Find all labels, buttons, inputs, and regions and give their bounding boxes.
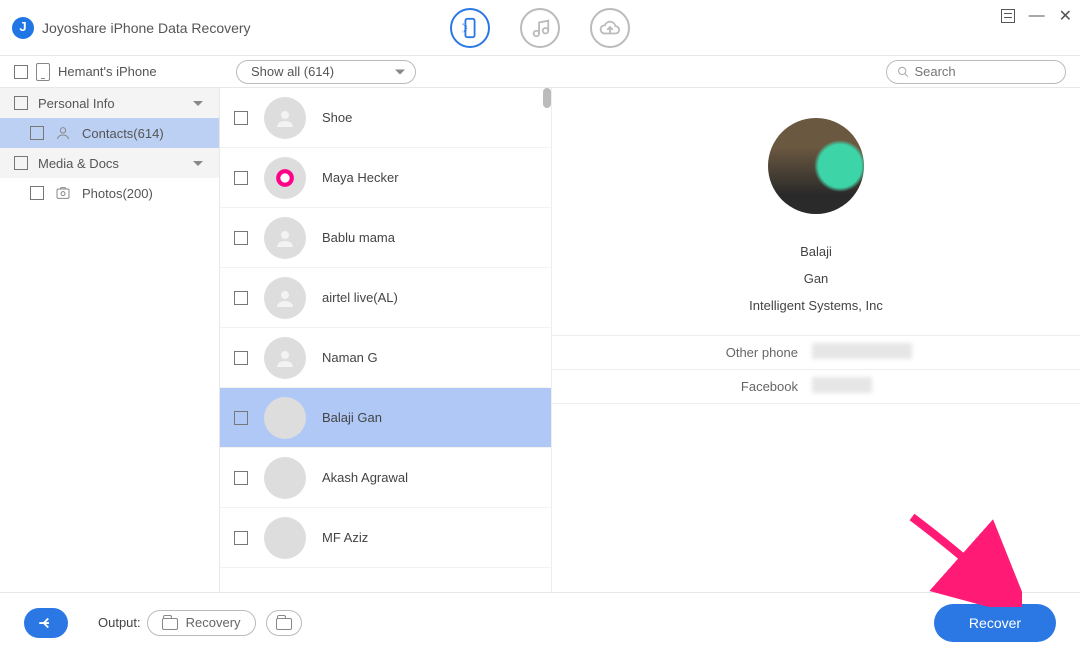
contact-row[interactable]: airtel live(AL) — [220, 268, 551, 328]
avatar — [264, 97, 306, 139]
contact-row[interactable]: Naman G — [220, 328, 551, 388]
search-icon — [897, 65, 909, 79]
row-checkbox[interactable] — [234, 351, 248, 365]
avatar — [264, 277, 306, 319]
filter-dropdown[interactable]: Show all (614) — [236, 60, 416, 84]
sidebar-label: Contacts(614) — [82, 126, 164, 141]
detail-key: Other phone — [552, 345, 812, 360]
contact-name: Shoe — [322, 110, 352, 125]
mode-device-icon[interactable] — [450, 8, 490, 48]
detail-first-name: Balaji — [800, 244, 832, 259]
contact-row[interactable]: Shoe — [220, 88, 551, 148]
contact-row[interactable]: Balaji Gan — [220, 388, 551, 448]
chevron-down-icon — [193, 101, 203, 106]
toolbar: Hemant's iPhone Show all (614) — [0, 56, 1080, 88]
avatar — [264, 337, 306, 379]
contact-name: Bablu mama — [322, 230, 395, 245]
app-title: Joyoshare iPhone Data Recovery — [42, 20, 251, 36]
contact-name: Balaji Gan — [322, 410, 382, 425]
detail-row: Facebook — [552, 370, 1080, 404]
row-checkbox[interactable] — [234, 231, 248, 245]
detail-last-name: Gan — [804, 271, 829, 286]
detail-panel: Balaji Gan Intelligent Systems, Inc Othe… — [552, 88, 1080, 592]
category-checkbox[interactable] — [14, 96, 28, 110]
phone-icon — [36, 63, 50, 81]
row-checkbox[interactable] — [234, 111, 248, 125]
back-button[interactable] — [24, 608, 68, 638]
mode-icloud-icon[interactable] — [590, 8, 630, 48]
contact-row[interactable]: Bablu mama — [220, 208, 551, 268]
main-area: Personal Info Contacts(614) Media & Docs… — [0, 88, 1080, 592]
output-path-text: Recovery — [186, 615, 241, 630]
sidebar-label: Media & Docs — [38, 156, 119, 171]
detail-avatar — [768, 118, 864, 214]
detail-table: Other phone Facebook — [552, 335, 1080, 404]
avatar — [264, 217, 306, 259]
detail-row: Other phone — [552, 336, 1080, 370]
contacts-icon — [54, 125, 72, 141]
browse-folder-button[interactable] — [266, 610, 302, 636]
scrollbar[interactable] — [543, 88, 551, 108]
item-checkbox[interactable] — [30, 126, 44, 140]
contact-list[interactable]: Shoe Maya Hecker Bablu mama airtel live(… — [220, 88, 552, 592]
bottom-bar: Output: Recovery Recover — [0, 592, 1080, 652]
mode-itunes-icon[interactable] — [520, 8, 560, 48]
sidebar-label: Photos(200) — [82, 186, 153, 201]
folder-icon — [162, 618, 178, 630]
output-path[interactable]: Recovery — [147, 610, 256, 636]
row-checkbox[interactable] — [234, 171, 248, 185]
filter-label: Show all (614) — [251, 64, 334, 79]
search-input[interactable] — [914, 64, 1055, 79]
category-checkbox[interactable] — [14, 156, 28, 170]
sidebar: Personal Info Contacts(614) Media & Docs… — [0, 88, 220, 592]
search-box[interactable] — [886, 60, 1066, 84]
recover-button[interactable]: Recover — [934, 604, 1056, 642]
device-name: Hemant's iPhone — [58, 64, 157, 79]
contact-row[interactable]: Akash Agrawal — [220, 448, 551, 508]
menu-icon[interactable] — [1001, 9, 1015, 23]
row-checkbox[interactable] — [234, 531, 248, 545]
minimize-icon[interactable]: — — [1029, 7, 1045, 25]
photos-icon — [54, 185, 72, 201]
output-label: Output: — [98, 615, 141, 630]
sidebar-item-photos[interactable]: Photos(200) — [0, 178, 219, 208]
detail-value — [812, 377, 1080, 396]
row-checkbox[interactable] — [234, 291, 248, 305]
sidebar-category-media[interactable]: Media & Docs — [0, 148, 219, 178]
sidebar-label: Personal Info — [38, 96, 115, 111]
sidebar-category-personal[interactable]: Personal Info — [0, 88, 219, 118]
detail-key: Facebook — [552, 379, 812, 394]
avatar — [264, 157, 306, 199]
contact-name: airtel live(AL) — [322, 290, 398, 305]
contact-row[interactable]: Maya Hecker — [220, 148, 551, 208]
chevron-down-icon — [193, 161, 203, 166]
select-all-device-checkbox[interactable] — [14, 65, 28, 79]
contact-name: Naman G — [322, 350, 378, 365]
avatar — [264, 457, 306, 499]
avatar — [264, 397, 306, 439]
contact-name: Akash Agrawal — [322, 470, 408, 485]
avatar — [264, 517, 306, 559]
contact-row[interactable]: MF Aziz — [220, 508, 551, 568]
row-checkbox[interactable] — [234, 471, 248, 485]
contact-name: Maya Hecker — [322, 170, 399, 185]
chevron-down-icon — [395, 69, 405, 74]
titlebar: J Joyoshare iPhone Data Recovery — ✕ — [0, 0, 1080, 56]
contact-name: MF Aziz — [322, 530, 368, 545]
sidebar-item-contacts[interactable]: Contacts(614) — [0, 118, 219, 148]
folder-icon — [276, 618, 292, 630]
recover-label: Recover — [969, 615, 1021, 631]
detail-value — [812, 343, 1080, 362]
item-checkbox[interactable] — [30, 186, 44, 200]
window-controls: — ✕ — [1001, 6, 1072, 26]
app-logo: J — [12, 17, 34, 39]
detail-company: Intelligent Systems, Inc — [749, 298, 883, 313]
mode-switcher — [450, 8, 630, 48]
row-checkbox[interactable] — [234, 411, 248, 425]
close-icon[interactable]: ✕ — [1059, 6, 1072, 26]
